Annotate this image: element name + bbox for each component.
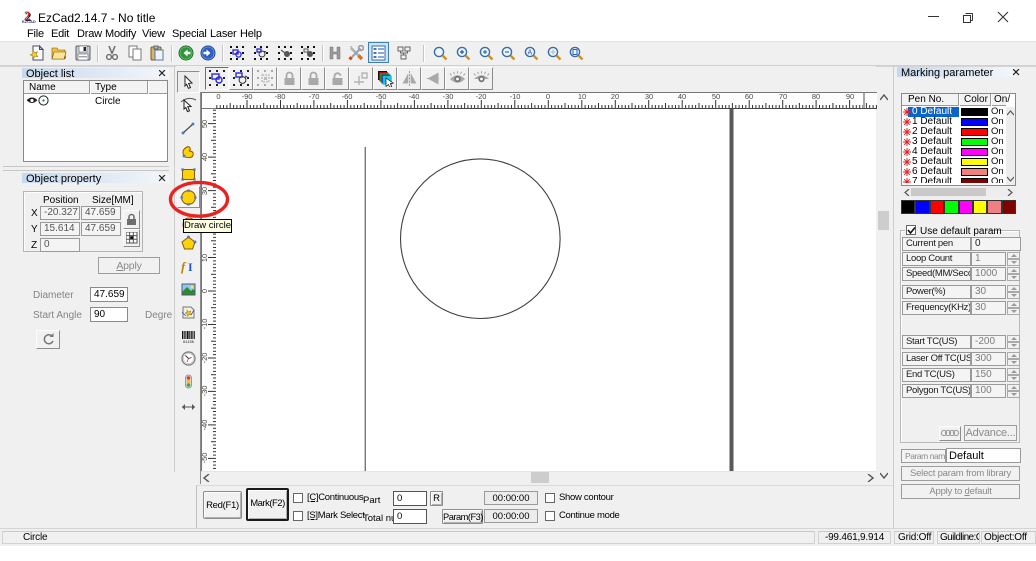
svg-text:-20: -20: [476, 92, 487, 101]
svg-text:f: f: [181, 259, 187, 274]
svg-text:30: 30: [645, 92, 653, 101]
svg-text:-90: -90: [242, 92, 253, 101]
svg-text:50: 50: [201, 120, 209, 128]
svg-text:-80: -80: [275, 92, 286, 101]
svg-text:50: 50: [712, 92, 720, 101]
svg-text:-10: -10: [201, 319, 209, 330]
svg-text:20: 20: [611, 92, 619, 101]
svg-text:-70: -70: [309, 92, 320, 101]
svg-text:-60: -60: [342, 92, 353, 101]
svg-text:10: 10: [578, 92, 586, 101]
svg-text:10: 10: [201, 254, 209, 262]
svg-text:70: 70: [779, 92, 787, 101]
svg-text:-40: -40: [409, 92, 420, 101]
svg-text:-10: -10: [510, 92, 521, 101]
svg-text:60: 60: [745, 92, 753, 101]
svg-text:-40: -40: [201, 420, 209, 431]
svg-text:I: I: [188, 260, 193, 274]
svg-text:40: 40: [201, 153, 209, 161]
svg-text:80: 80: [812, 92, 820, 101]
svg-text:-50: -50: [376, 92, 387, 101]
svg-text:-100: -100: [216, 92, 221, 101]
svg-text:-30: -30: [443, 92, 454, 101]
svg-text:-30: -30: [201, 386, 209, 397]
svg-text:0: 0: [201, 289, 209, 293]
svg-text:-20: -20: [201, 353, 209, 364]
svg-text:90: 90: [846, 92, 854, 101]
svg-text:A: A: [528, 50, 533, 57]
svg-text:-50: -50: [201, 453, 209, 464]
svg-text:40: 40: [678, 92, 686, 101]
svg-text:0: 0: [546, 92, 550, 101]
svg-text:81236: 81236: [183, 341, 194, 344]
